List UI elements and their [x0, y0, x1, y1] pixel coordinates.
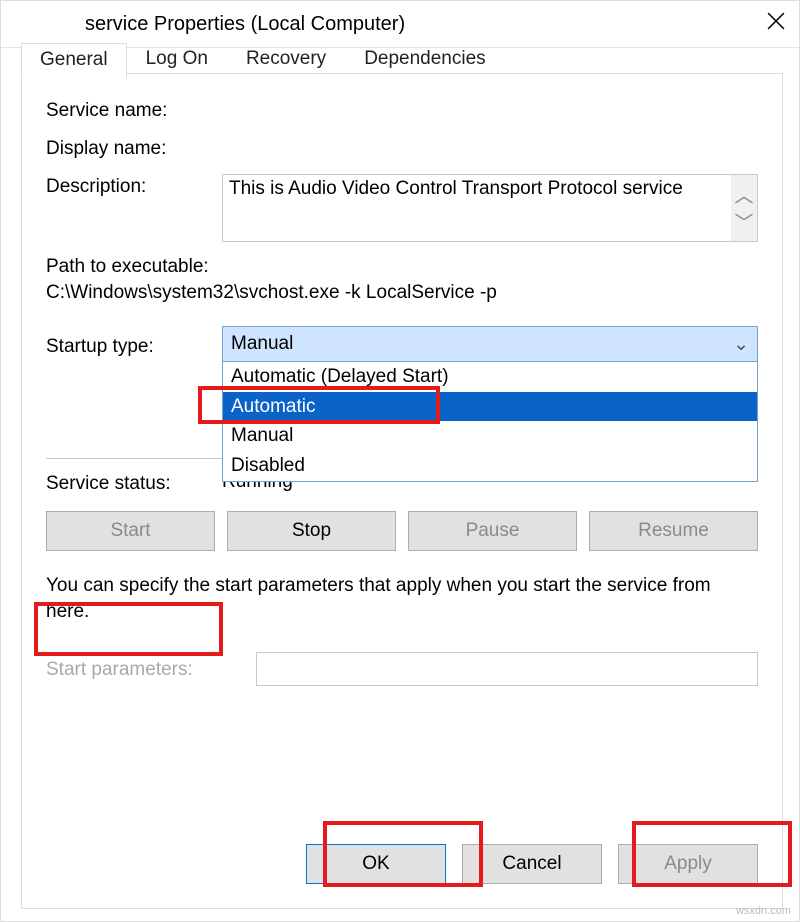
startup-type-label: Startup type:	[46, 330, 222, 358]
path-value: C:\Windows\system32\svchost.exe -k Local…	[46, 282, 758, 304]
resume-button[interactable]: Resume	[589, 511, 758, 551]
startup-option-manual[interactable]: Manual	[223, 421, 757, 451]
ok-button[interactable]: OK	[306, 844, 446, 884]
description-label: Description:	[46, 174, 222, 198]
startup-option-delayed[interactable]: Automatic (Delayed Start)	[223, 362, 757, 392]
chevron-down-icon: ⌄	[733, 333, 749, 356]
path-label: Path to executable:	[46, 256, 758, 278]
tab-log-on[interactable]: Log On	[127, 42, 227, 78]
close-icon[interactable]	[767, 12, 785, 36]
start-params-note: You can specify the start parameters tha…	[46, 573, 758, 624]
apply-button[interactable]: Apply	[618, 844, 758, 884]
display-name-label: Display name:	[46, 136, 222, 160]
description-text: This is Audio Video Control Transport Pr…	[223, 175, 731, 241]
tab-recovery[interactable]: Recovery	[227, 42, 345, 78]
startup-option-automatic[interactable]: Automatic	[223, 392, 757, 422]
window-title: service Properties (Local Computer)	[15, 13, 767, 36]
stop-button[interactable]: Stop	[227, 511, 396, 551]
watermark: wsxdn.com	[736, 905, 791, 917]
start-parameters-label: Start parameters:	[46, 657, 256, 681]
startup-type-selected: Manual	[231, 333, 293, 355]
startup-type-dropdown[interactable]: Automatic (Delayed Start) Automatic Manu…	[222, 361, 758, 482]
scroll-up-icon[interactable]: ︿	[734, 181, 753, 208]
description-scrollbar[interactable]: ︿ ﹀	[731, 175, 757, 241]
service-status-label: Service status:	[46, 471, 222, 495]
service-name-label: Service name:	[46, 98, 222, 122]
startup-type-combo[interactable]: Manual ⌄ Automatic (Delayed Start) Autom…	[222, 326, 758, 362]
cancel-button[interactable]: Cancel	[462, 844, 602, 884]
description-box: This is Audio Video Control Transport Pr…	[222, 174, 758, 242]
start-parameters-input	[256, 652, 758, 686]
pause-button[interactable]: Pause	[408, 511, 577, 551]
startup-option-disabled[interactable]: Disabled	[223, 451, 757, 481]
scroll-down-icon[interactable]: ﹀	[734, 208, 753, 235]
tab-dependencies[interactable]: Dependencies	[345, 42, 504, 78]
start-button[interactable]: Start	[46, 511, 215, 551]
